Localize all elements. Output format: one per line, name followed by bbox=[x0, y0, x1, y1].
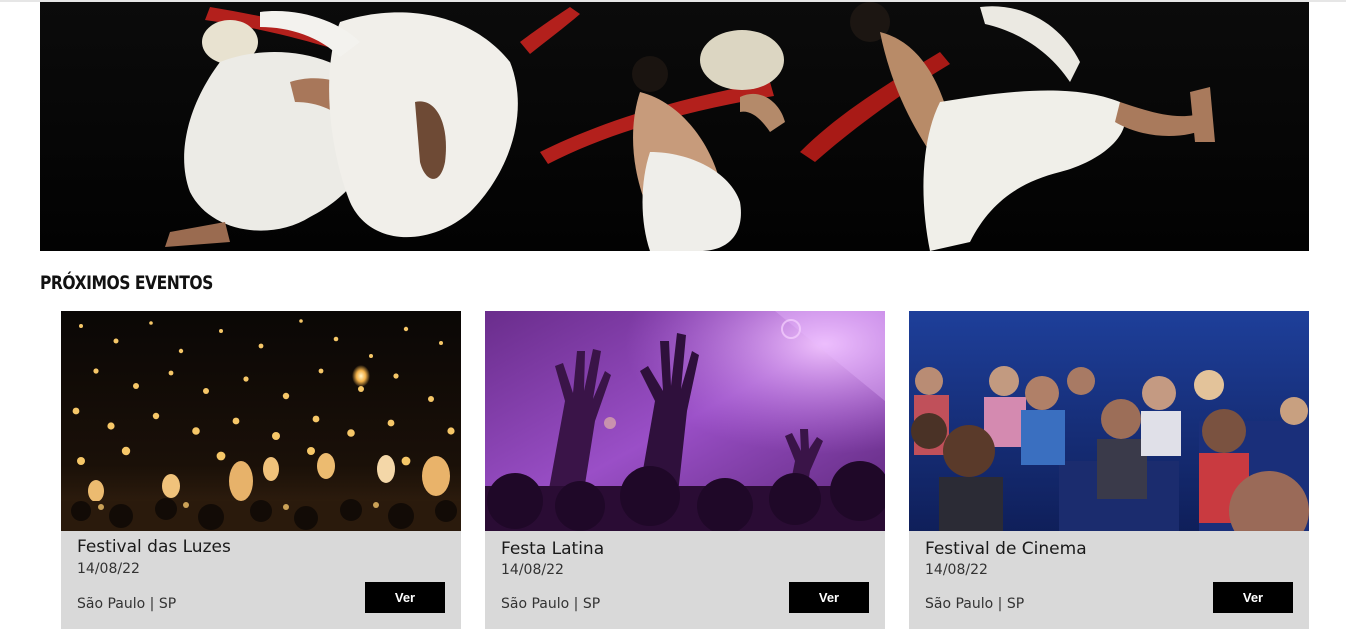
event-card: Festa Latina 14/08/22 São Paulo | SP Ver bbox=[485, 311, 885, 629]
view-event-button[interactable]: Ver bbox=[1213, 582, 1293, 613]
view-event-button[interactable]: Ver bbox=[789, 582, 869, 613]
event-name: Festa Latina bbox=[501, 539, 605, 559]
event-location: São Paulo | SP bbox=[925, 596, 1025, 612]
event-date: 14/08/22 bbox=[77, 561, 140, 577]
event-date: 14/08/22 bbox=[501, 562, 564, 578]
hero-image bbox=[40, 2, 1309, 251]
hero-banner bbox=[40, 2, 1309, 251]
event-name: Festival das Luzes bbox=[77, 537, 231, 557]
section-title: PRÓXIMOS EVENTOS bbox=[40, 272, 213, 294]
event-location: São Paulo | SP bbox=[77, 596, 177, 612]
event-location: São Paulo | SP bbox=[501, 596, 601, 612]
view-event-button[interactable]: Ver bbox=[365, 582, 445, 613]
event-card: Festival de Cinema 14/08/22 São Paulo | … bbox=[909, 311, 1309, 629]
event-card: Festival das Luzes 14/08/22 São Paulo | … bbox=[61, 311, 461, 629]
event-image-concert-crowd[interactable] bbox=[485, 311, 885, 531]
event-image-sky-lanterns[interactable] bbox=[61, 311, 461, 531]
event-date: 14/08/22 bbox=[925, 562, 988, 578]
event-image-cinema-audience[interactable] bbox=[909, 311, 1309, 531]
event-name: Festival de Cinema bbox=[925, 539, 1087, 559]
